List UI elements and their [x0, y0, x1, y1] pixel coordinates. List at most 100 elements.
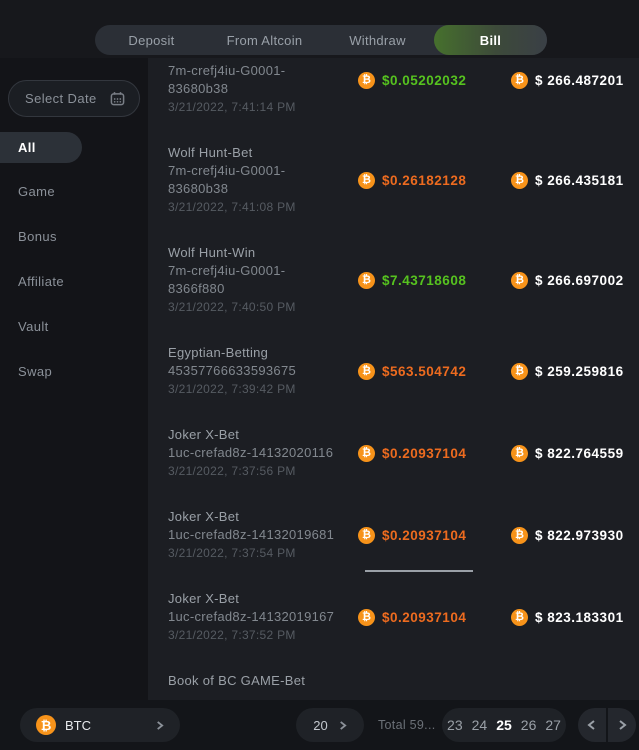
page-number-27[interactable]: 27 [545, 717, 561, 733]
transaction-time: 3/21/2022, 7:41:14 PM [168, 98, 358, 116]
tab-from-altcoin[interactable]: From Altcoin [208, 25, 321, 55]
top-tab-bar: DepositFrom AltcoinWithdrawBill [0, 0, 639, 58]
transaction-id-line: 7m-crefj4iu-G0001- [168, 262, 358, 280]
balance-value: $ 266.435181 [535, 173, 624, 188]
transaction-row: Wolf Hunt-Bet 7m-crefj4iu-G0001-83680b38… [168, 144, 639, 216]
amount-value: $0.20937104 [382, 610, 466, 625]
amount-cell: ₿ $0.05202032 [358, 72, 511, 89]
amount-value: $0.26182128 [382, 173, 466, 188]
select-date-button[interactable]: Select Date [8, 80, 140, 117]
btc-icon: ₿ [358, 72, 375, 89]
pagination-pages: 23 24 25 26 27 [442, 708, 566, 742]
tab-deposit[interactable]: Deposit [95, 25, 208, 55]
sidebar: Select Date All Game Bonus Affiliate Vault Sw… [0, 58, 148, 700]
btc-icon: ₿ [511, 172, 528, 189]
amount-value: $7.43718608 [382, 273, 466, 288]
transaction-time: 3/21/2022, 7:39:42 PM [168, 380, 358, 398]
game-name: Wolf Hunt-Bet [168, 144, 358, 162]
page-number-25[interactable]: 25 [496, 717, 512, 733]
transaction-id: 1uc-crefad8z-14132019167 [168, 608, 358, 626]
transaction-time: 3/21/2022, 7:37:54 PM [168, 544, 358, 562]
transaction-id-line: 7m-crefj4iu-G0001- [168, 162, 358, 180]
btc-icon: ₿ [36, 715, 56, 735]
sidebar-item-bonus[interactable]: Bonus [0, 220, 148, 253]
transaction-id-line: 83680b38 [168, 180, 358, 198]
currency-label: BTC [65, 718, 91, 733]
page-number-23[interactable]: 23 [447, 717, 463, 733]
game-name: Egyptian-Betting [168, 344, 358, 362]
transaction-id: 1uc-crefad8z-14132020116 [168, 444, 358, 462]
btc-icon: ₿ [358, 363, 375, 380]
btc-icon: ₿ [358, 272, 375, 289]
game-name: Joker X-Bet [168, 508, 358, 526]
transaction-row: Joker X-Bet 1uc-crefad8z-14132019167 3/2… [168, 590, 639, 644]
prev-page-button[interactable] [578, 708, 606, 742]
select-date-label: Select Date [25, 91, 97, 106]
transaction-info: Book of BC GAME-Bet [168, 672, 358, 690]
transaction-id: 45357766633593675 [168, 362, 358, 380]
transaction-info: Wolf Hunt-Bet 7m-crefj4iu-G0001-83680b38… [168, 144, 358, 216]
calendar-icon [110, 91, 125, 106]
amount-cell: ₿ $0.20937104 [358, 527, 511, 544]
transaction-id-line: 1uc-crefad8z-14132019167 [168, 608, 358, 626]
transaction-row: Wolf Hunt-Win 7m-crefj4iu-G0001-83680b38… [168, 58, 639, 116]
balance-cell: ₿ $ 266.435181 [511, 172, 639, 189]
balance-cell: ₿ $ 259.259816 [511, 363, 639, 380]
transaction-id-line: 83680b38 [168, 80, 358, 98]
transaction-info: Joker X-Bet 1uc-crefad8z-14132019167 3/2… [168, 590, 358, 644]
transaction-time: 3/21/2022, 7:41:08 PM [168, 198, 358, 216]
game-name: Joker X-Bet [168, 426, 358, 444]
balance-cell: ₿ $ 266.487201 [511, 72, 639, 89]
amount-value: $563.504742 [382, 364, 466, 379]
pagination-nav [578, 708, 636, 742]
page-size-selector[interactable]: 20 [296, 708, 364, 742]
page-number-24[interactable]: 24 [472, 717, 488, 733]
transaction-id: 7m-crefj4iu-G0001-83680b38 [168, 162, 358, 198]
page-size-value: 20 [313, 718, 327, 733]
tab-withdraw[interactable]: Withdraw [321, 25, 434, 55]
transaction-row: Joker X-Bet 1uc-crefad8z-14132020116 3/2… [168, 426, 639, 480]
sidebar-item-vault[interactable]: Vault [0, 310, 148, 343]
transaction-id-line: 8366f880 [168, 280, 358, 298]
currency-selector[interactable]: ₿ BTC [20, 708, 180, 742]
chevron-right-icon [155, 721, 164, 730]
transaction-row: Egyptian-Betting 45357766633593675 3/21/… [168, 344, 639, 398]
transaction-id-line: 7m-crefj4iu-G0001- [168, 62, 358, 80]
next-page-button[interactable] [608, 708, 636, 742]
filter-list: All Game Bonus Affiliate Vault Swap [0, 132, 148, 400]
amount-cell: ₿ $7.43718608 [358, 272, 511, 289]
game-name: Joker X-Bet [168, 590, 358, 608]
footer-bar: ₿ BTC 20 Total 59... 23 24 25 26 27 [0, 700, 639, 750]
transaction-row: Book of BC GAME-Bet ₿ ₿ [168, 672, 639, 690]
balance-value: $ 266.697002 [535, 273, 624, 288]
btc-icon: ₿ [511, 363, 528, 380]
sidebar-item-game[interactable]: Game [0, 175, 148, 208]
balance-cell: ₿ $ 823.183301 [511, 609, 639, 626]
amount-value: $0.05202032 [382, 73, 466, 88]
transaction-info: Joker X-Bet 1uc-crefad8z-14132019681 3/2… [168, 508, 358, 562]
amount-cell: ₿ $0.20937104 [358, 445, 511, 462]
transaction-id: 7m-crefj4iu-G0001-8366f880 [168, 262, 358, 298]
btc-icon: ₿ [511, 445, 528, 462]
game-name: Wolf Hunt-Win [168, 244, 358, 262]
chevron-right-icon [338, 721, 347, 730]
transaction-info: Wolf Hunt-Win 7m-crefj4iu-G0001-83680b38… [168, 58, 358, 116]
sidebar-item-affiliate[interactable]: Affiliate [0, 265, 148, 298]
tab-bill[interactable]: Bill [434, 25, 547, 55]
transaction-row: Wolf Hunt-Win 7m-crefj4iu-G0001-8366f880… [168, 244, 639, 316]
transaction-list: Wolf Hunt-Win 7m-crefj4iu-G0001-83680b38… [168, 58, 639, 690]
balance-cell: ₿ $ 822.764559 [511, 445, 639, 462]
total-count: Total 59... [378, 700, 436, 750]
sidebar-item-swap[interactable]: Swap [0, 355, 148, 388]
balance-cell: ₿ $ 266.697002 [511, 272, 639, 289]
transaction-time: 3/21/2022, 7:40:50 PM [168, 298, 358, 316]
balance-value: $ 822.764559 [535, 446, 624, 461]
transaction-time: 3/21/2022, 7:37:52 PM [168, 626, 358, 644]
balance-value: $ 266.487201 [535, 73, 624, 88]
transaction-id-line: 45357766633593675 [168, 362, 358, 380]
page-number-26[interactable]: 26 [521, 717, 537, 733]
amount-value: $0.20937104 [382, 446, 466, 461]
balance-value: $ 822.973930 [535, 528, 624, 543]
game-name: Book of BC GAME-Bet [168, 672, 358, 690]
sidebar-item-all[interactable]: All [0, 132, 82, 163]
